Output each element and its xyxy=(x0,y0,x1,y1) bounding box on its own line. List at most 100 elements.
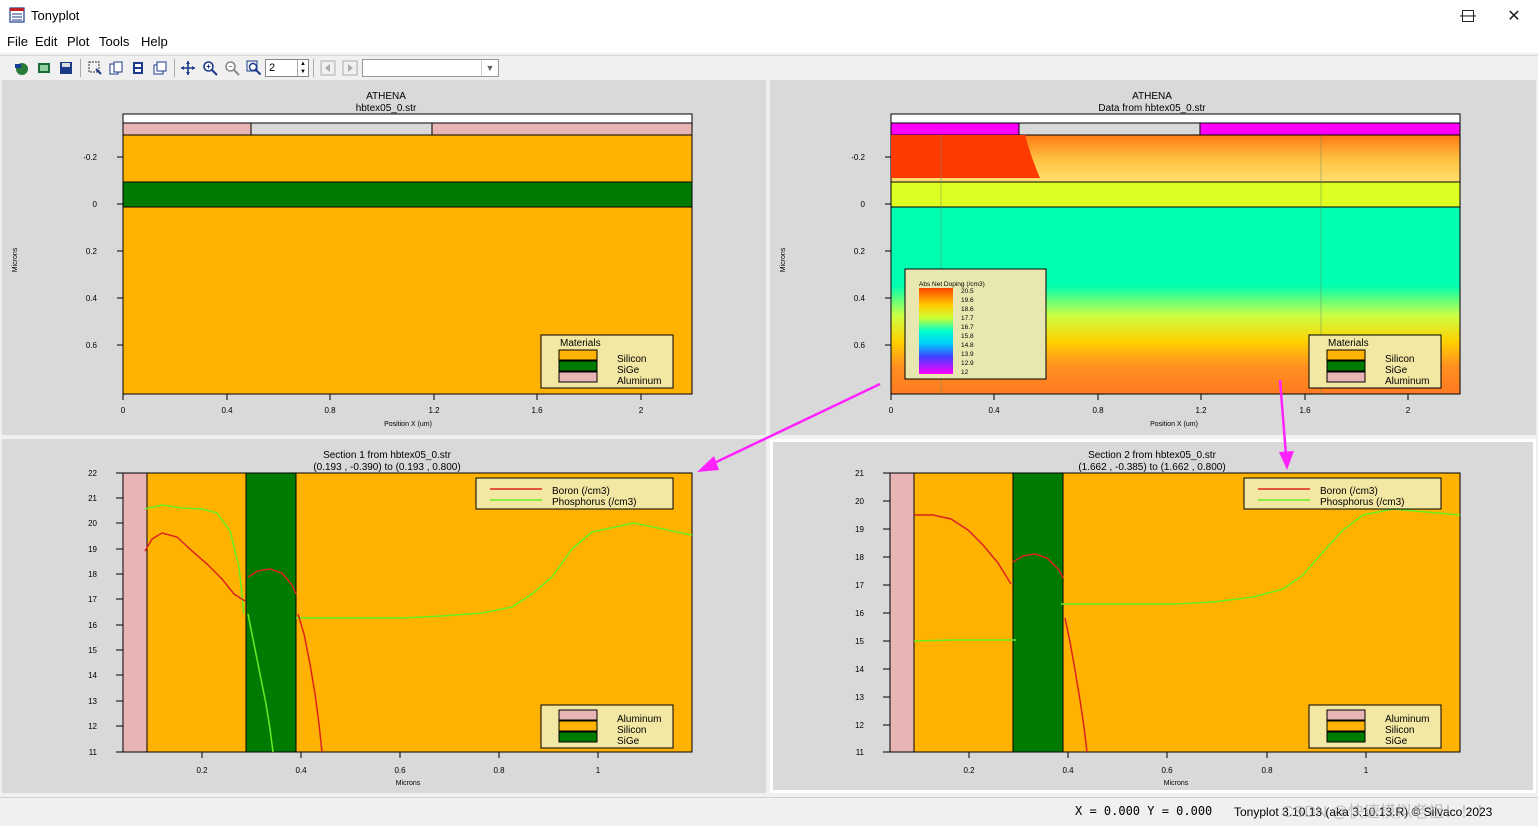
legend-item: Silicon xyxy=(617,354,646,365)
silicon-top-layer xyxy=(122,134,693,183)
y-tick-label: 11 xyxy=(856,748,865,757)
pan-icon[interactable] xyxy=(180,60,196,76)
y-tick-label: 20 xyxy=(88,519,97,528)
open-icon[interactable] xyxy=(13,60,29,76)
x-tick-label: 1 xyxy=(1364,766,1369,775)
duplicate-icon[interactable] xyxy=(152,60,168,76)
aluminum-contact-left xyxy=(890,122,1020,136)
y-tick-label: 16 xyxy=(88,621,97,630)
x-tick-label: 1.2 xyxy=(428,406,440,415)
oxide-top-layer xyxy=(890,113,1461,124)
menu-file[interactable]: File xyxy=(7,34,28,49)
x-axis-label: Microns xyxy=(396,780,421,787)
y-tick-label: 17 xyxy=(88,595,97,604)
legend-item: Silicon xyxy=(1385,354,1414,365)
chevron-down-icon[interactable]: ▼ xyxy=(481,60,498,76)
y-tick-label: 0.2 xyxy=(86,247,98,256)
y-tick-label: 19 xyxy=(88,545,97,554)
x-tick-label: 2 xyxy=(639,406,644,415)
y-tick-label: 0.4 xyxy=(854,294,866,303)
plot-title: ATHENA xyxy=(1132,91,1172,102)
sige-region xyxy=(1012,472,1064,753)
materials-legend: Aluminum Silicon SiGe xyxy=(1308,704,1442,749)
legend-item-boron: Boron (/cm3) xyxy=(552,486,610,497)
y-tick-label: 0 xyxy=(93,200,98,209)
import-icon[interactable] xyxy=(36,60,52,76)
y-tick-label: 15 xyxy=(855,637,864,646)
legend-item-boron: Boron (/cm3) xyxy=(1320,486,1378,497)
series-legend: Boron (/cm3) Phosphorus (/cm3) xyxy=(475,477,674,510)
legend-item: Aluminum xyxy=(1385,714,1429,725)
section2-plot-panel[interactable]: Section 2 from hbtex05_0.str (1.662 , -0… xyxy=(770,439,1536,793)
y-tick-label: 15 xyxy=(88,646,97,655)
select-region-icon[interactable] xyxy=(87,60,103,76)
aluminum-region xyxy=(889,472,915,753)
section1-plot-panel[interactable]: Section 1 from hbtex05_0.str (0.193 , -0… xyxy=(2,439,766,793)
x-tick-label: 1 xyxy=(596,766,601,775)
close-button[interactable]: ✕ xyxy=(1491,0,1537,31)
legend-item: SiGe xyxy=(1385,365,1408,376)
y-tick-label: -0.2 xyxy=(83,153,97,162)
zoom-in-icon[interactable] xyxy=(202,60,218,76)
menu-tools[interactable]: Tools xyxy=(99,34,129,49)
materials-legend: Aluminum Silicon SiGe xyxy=(540,704,674,749)
zoom-box-icon[interactable] xyxy=(246,60,262,76)
doping-level: 17.7 xyxy=(961,315,974,322)
doping-level: 16.7 xyxy=(961,324,974,331)
plot-subtitle: Data from hbtex05_0.str xyxy=(1098,103,1206,114)
sige-layer xyxy=(122,181,693,208)
save-icon[interactable] xyxy=(58,60,74,76)
doping-legend-title: Abs Net Doping (/cm3) xyxy=(919,281,985,288)
x-tick-label: 0.8 xyxy=(493,766,505,775)
legend-item: Silicon xyxy=(1385,725,1414,736)
menu-help[interactable]: Help xyxy=(141,34,168,49)
x-tick-label: 0.6 xyxy=(394,766,406,775)
menu-edit[interactable]: Edit xyxy=(35,34,57,49)
y-tick-label: 11 xyxy=(89,748,98,757)
doping-level: 19.6 xyxy=(961,297,974,304)
y-tick-label: 14 xyxy=(855,665,864,674)
previous-icon[interactable] xyxy=(320,60,336,76)
print-icon[interactable] xyxy=(130,60,146,76)
y-tick-label: 0.4 xyxy=(86,294,98,303)
section2-profile-plot: Section 2 from hbtex05_0.str (1.662 , -0… xyxy=(855,450,1461,787)
tonyplot-app-icon xyxy=(9,7,25,23)
legend-item: SiGe xyxy=(617,365,640,376)
doping-plot-panel[interactable]: ATHENA Data from hbtex05_0.str -0.2 0 0.… xyxy=(770,80,1536,435)
window-title: Tonyplot xyxy=(31,8,80,23)
x-tick-label: 1.2 xyxy=(1195,406,1207,415)
spinner-arrows-icon[interactable]: ▲ ▼ xyxy=(297,60,308,76)
materials-legend: Materials Silicon SiGe Aluminum xyxy=(1308,334,1442,389)
legend-item-phosphorus: Phosphorus (/cm3) xyxy=(552,497,636,508)
y-tick-label: 19 xyxy=(855,525,864,534)
maximize-button[interactable] xyxy=(1445,0,1491,31)
doping-level: 12.9 xyxy=(961,360,974,367)
plot-selector-combo[interactable]: ▼ xyxy=(362,59,499,77)
y-tick-label: 18 xyxy=(855,553,864,562)
y-tick-label: 12 xyxy=(855,721,864,730)
zoom-out-icon[interactable] xyxy=(224,60,240,76)
plot-subtitle: (0.193 , -0.390) to (0.193 , 0.800) xyxy=(313,462,460,473)
x-axis-label: Microns xyxy=(1164,780,1189,787)
y-axis-label: Microns xyxy=(12,247,19,272)
menu-bar: File Edit Plot Tools Help xyxy=(0,31,1538,53)
legend-item: Aluminum xyxy=(617,376,661,387)
x-tick-label: 0.8 xyxy=(324,406,336,415)
doping-level: 13.9 xyxy=(961,351,974,358)
aluminum-contact-right xyxy=(1199,122,1461,136)
doping-level: 15.8 xyxy=(961,333,974,340)
status-bar: X = 0.000 Y = 0.000 Tonyplot 3.10.13 (ak… xyxy=(0,797,1538,826)
structure-plot-panel[interactable]: ATHENA hbtex05_0.str -0.2 0 0.2 0.4 0.6 … xyxy=(2,80,766,435)
legend-item: Silicon xyxy=(617,725,646,736)
copy-icon[interactable] xyxy=(108,60,124,76)
y-tick-label: 16 xyxy=(855,609,864,618)
zoom-factor-spinner[interactable]: 2 ▲ ▼ xyxy=(265,59,309,77)
y-axis-label: Microns xyxy=(780,247,787,272)
toolbar-separator xyxy=(80,59,81,77)
menu-plot[interactable]: Plot xyxy=(67,34,89,49)
y-tick-label: 0.2 xyxy=(854,247,866,256)
x-tick-label: 0.8 xyxy=(1261,766,1273,775)
y-tick-label: 20 xyxy=(855,497,864,506)
legend-title: Materials xyxy=(1328,338,1369,349)
next-icon[interactable] xyxy=(342,60,358,76)
